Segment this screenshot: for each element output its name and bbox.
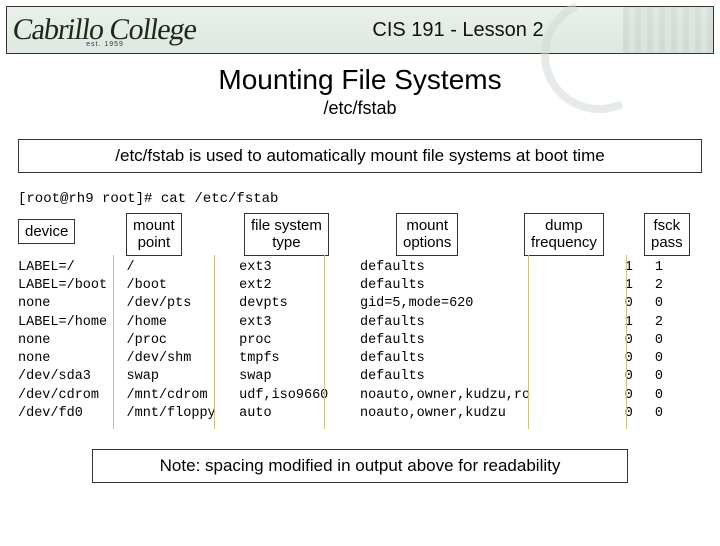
cell-options: noauto,owner,kudzu — [360, 405, 575, 423]
column-labels-row: device mountpoint file systemtype mounto… — [18, 213, 702, 257]
cell-fsck: 0 — [655, 368, 702, 386]
cell-device: none — [18, 350, 127, 368]
logo-subtext: est. 1959 — [86, 41, 124, 48]
cell-fsck: 0 — [655, 350, 702, 368]
column-divider — [214, 255, 215, 429]
column-divider — [113, 255, 114, 429]
cell-device: LABEL=/boot — [18, 277, 127, 295]
cell-dump: 1 — [575, 259, 655, 277]
cell-options: gid=5,mode=620 — [360, 295, 575, 313]
cell-options: defaults — [360, 332, 575, 350]
table-row: LABEL=//ext3defaults11 — [18, 259, 702, 277]
table-row: none/dev/ptsdevptsgid=5,mode=62000 — [18, 295, 702, 313]
table-row: /dev/cdrom/mnt/cdromudf,iso9660noauto,ow… — [18, 387, 702, 405]
footer-note: Note: spacing modified in output above f… — [92, 449, 628, 483]
cell-dump: 0 — [575, 350, 655, 368]
college-logo: Cabrillo College est. 1959 — [7, 7, 203, 53]
cell-fstype: ext3 — [239, 314, 360, 332]
label-dump: dumpfrequency — [524, 213, 604, 256]
command-line: [root@rh9 root]# cat /etc/fstab — [18, 191, 720, 207]
cell-fsck: 1 — [655, 259, 702, 277]
cell-mount: /proc — [127, 332, 240, 350]
cell-fstype: ext3 — [239, 259, 360, 277]
cell-dump: 0 — [575, 295, 655, 313]
table-row: none/dev/shmtmpfsdefaults00 — [18, 350, 702, 368]
cell-options: defaults — [360, 277, 575, 295]
cell-mount: /home — [127, 314, 240, 332]
label-device: device — [18, 219, 75, 244]
table-row: LABEL=/home/homeext3defaults12 — [18, 314, 702, 332]
cell-mount: /dev/shm — [127, 350, 240, 368]
cell-fstype: swap — [239, 368, 360, 386]
table-row: /dev/fd0/mnt/floppyautonoauto,owner,kudz… — [18, 405, 702, 423]
table-row: /dev/sda3swapswapdefaults00 — [18, 368, 702, 386]
cell-fstype: tmpfs — [239, 350, 360, 368]
cell-device: /dev/fd0 — [18, 405, 127, 423]
table-row: none/procprocdefaults00 — [18, 332, 702, 350]
cell-fstype: ext2 — [239, 277, 360, 295]
cell-mount: swap — [127, 368, 240, 386]
cell-options: noauto,owner,kudzu,ro — [360, 387, 575, 405]
cell-dump: 0 — [575, 387, 655, 405]
cell-fstype: auto — [239, 405, 360, 423]
cell-fsck: 0 — [655, 295, 702, 313]
cell-mount: /mnt/cdrom — [127, 387, 240, 405]
cell-fsck: 0 — [655, 332, 702, 350]
cell-device: /dev/cdrom — [18, 387, 127, 405]
cell-fsck: 2 — [655, 277, 702, 295]
cell-mount: /dev/pts — [127, 295, 240, 313]
table-row: LABEL=/boot/bootext2defaults12 — [18, 277, 702, 295]
cell-device: none — [18, 295, 127, 313]
cell-device: /dev/sda3 — [18, 368, 127, 386]
cell-fsck: 0 — [655, 405, 702, 423]
cell-mount: /boot — [127, 277, 240, 295]
column-divider — [528, 255, 529, 429]
label-options: mountoptions — [396, 213, 458, 256]
slide-banner: Cabrillo College est. 1959 CIS 191 - Les… — [6, 6, 714, 54]
column-divider — [626, 255, 627, 429]
cell-fsck: 0 — [655, 387, 702, 405]
cell-fstype: proc — [239, 332, 360, 350]
cell-mount: /mnt/floppy — [127, 405, 240, 423]
cell-options: defaults — [360, 259, 575, 277]
cell-options: defaults — [360, 350, 575, 368]
column-divider — [324, 255, 325, 429]
cell-dump: 1 — [575, 277, 655, 295]
cell-dump: 0 — [575, 368, 655, 386]
cell-options: defaults — [360, 314, 575, 332]
fstab-table-wrap: LABEL=//ext3defaults11LABEL=/boot/bootex… — [0, 259, 720, 423]
cell-dump: 0 — [575, 332, 655, 350]
label-fs-type: file systemtype — [244, 213, 329, 256]
label-fsck: fsckpass — [644, 213, 690, 256]
cell-device: LABEL=/ — [18, 259, 127, 277]
description-callout: /etc/fstab is used to automatically moun… — [18, 139, 702, 173]
cell-fsck: 2 — [655, 314, 702, 332]
cell-dump: 0 — [575, 405, 655, 423]
cell-device: none — [18, 332, 127, 350]
label-mount-point: mountpoint — [126, 213, 182, 256]
cell-device: LABEL=/home — [18, 314, 127, 332]
cell-dump: 1 — [575, 314, 655, 332]
cell-mount: / — [127, 259, 240, 277]
cell-fstype: devpts — [239, 295, 360, 313]
cell-fstype: udf,iso9660 — [239, 387, 360, 405]
cell-options: defaults — [360, 368, 575, 386]
fstab-table: LABEL=//ext3defaults11LABEL=/boot/bootex… — [18, 259, 702, 423]
